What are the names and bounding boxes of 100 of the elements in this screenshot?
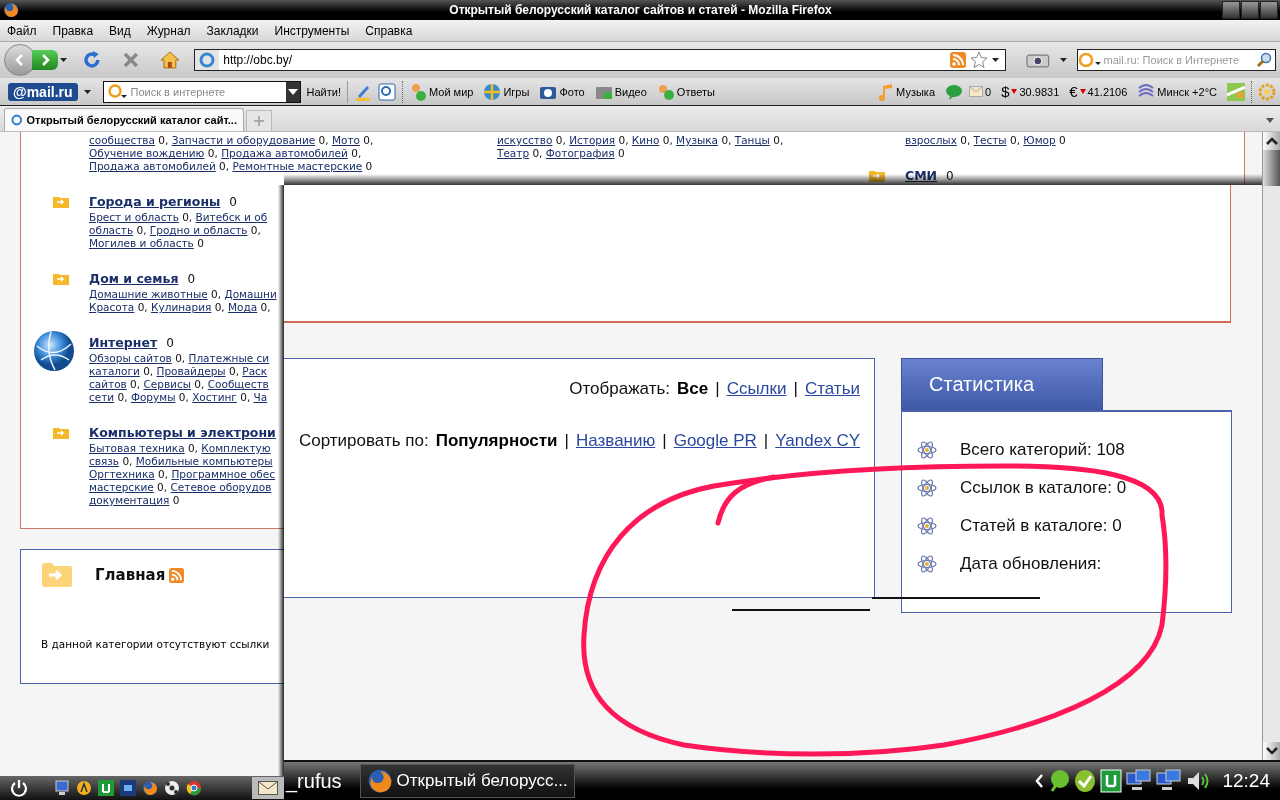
- subcategory-link[interactable]: Домашние животные: [89, 288, 208, 300]
- subcategory-link[interactable]: Раск: [242, 365, 268, 377]
- subcategory-link[interactable]: Ремонтные мастерские: [232, 160, 363, 172]
- subcategory-link[interactable]: Платежные си: [188, 352, 270, 364]
- star-icon[interactable]: [969, 51, 988, 69]
- subcategory-link[interactable]: Могилев и область: [89, 237, 194, 249]
- menu-item[interactable]: Инструменты: [274, 23, 350, 38]
- category-link[interactable]: Интернет: [89, 335, 158, 350]
- subcategory-link[interactable]: Продажа автомобилей: [89, 160, 216, 172]
- filter-option[interactable]: Популярности: [435, 431, 558, 451]
- subcategory-link[interactable]: Витебск и об: [195, 211, 268, 223]
- subcategory-link[interactable]: Бытовая техника: [89, 442, 185, 454]
- subcategory-link[interactable]: Мобильные компьютеры: [135, 455, 273, 467]
- dropdown-arrow-icon[interactable]: [60, 58, 67, 62]
- maximize-button[interactable]: [1241, 1, 1259, 19]
- subcategory-link[interactable]: Хостинг: [192, 391, 237, 403]
- stop-icon[interactable]: [121, 51, 140, 69]
- subcategory-link[interactable]: Комплектую: [201, 442, 271, 454]
- subcategory-link[interactable]: сайтов: [89, 378, 127, 390]
- subcategory-link[interactable]: Тесты: [973, 134, 1007, 146]
- search-input[interactable]: Поиск в интернете: [128, 84, 286, 99]
- subcategory-link[interactable]: каталоги: [89, 365, 140, 377]
- subcategory-link[interactable]: Обучение вождению: [89, 147, 205, 159]
- currency-rate[interactable]: € 41.2106: [1069, 83, 1128, 100]
- dropdown-arrow-icon[interactable]: [1059, 58, 1067, 62]
- filter-option[interactable]: Названию: [576, 431, 656, 451]
- dropdown-arrow-icon[interactable]: [991, 58, 999, 62]
- subcategory-link[interactable]: История: [569, 134, 616, 146]
- subcategory-link[interactable]: Продажа автомобилей: [221, 147, 348, 159]
- computer-icon[interactable]: [54, 780, 70, 796]
- torrent-icon[interactable]: [1100, 769, 1123, 793]
- menu-item[interactable]: Вид: [109, 23, 131, 38]
- subcategory-link[interactable]: Музыка: [676, 134, 719, 146]
- menu-item[interactable]: Закладки: [206, 23, 259, 38]
- subcategory-link[interactable]: Сетевое оборудов: [170, 481, 272, 493]
- home-icon[interactable]: [159, 51, 180, 69]
- subcategory-link[interactable]: документация: [89, 494, 170, 506]
- chevron-icon[interactable]: [1034, 773, 1045, 789]
- mailru-logo[interactable]: @mail.ru: [8, 82, 78, 101]
- subcategory-link[interactable]: Программное обес: [171, 468, 276, 480]
- subcategory-link[interactable]: взрослых: [905, 134, 957, 146]
- currency-rate[interactable]: $ 30.9831: [1001, 83, 1060, 100]
- subcategory-link[interactable]: Мото: [331, 134, 360, 146]
- subcategory-link[interactable]: сети: [89, 391, 115, 403]
- subcategory-link[interactable]: Красота: [89, 301, 135, 313]
- ball-icon[interactable]: [164, 780, 180, 796]
- category-link[interactable]: Дом и семья: [89, 271, 179, 286]
- browser-icon[interactable]: [186, 780, 202, 796]
- find-button[interactable]: Найти!: [306, 85, 341, 98]
- subcategory-link[interactable]: Запчасти и оборудование: [171, 134, 316, 146]
- menu-item[interactable]: Журнал: [146, 23, 191, 38]
- menu-item[interactable]: Правка: [52, 23, 94, 38]
- subcategory-link[interactable]: Форумы: [130, 391, 176, 403]
- category-link[interactable]: Города и регионы: [89, 194, 221, 209]
- app-icon[interactable]: [76, 780, 92, 796]
- search-field[interactable]: mail.ru: Поиск в Интернете: [1076, 49, 1276, 71]
- subcategory-link[interactable]: Фотография: [545, 147, 615, 159]
- toolbar-link[interactable]: Игры: [483, 82, 530, 101]
- subcategory-link[interactable]: область: [89, 224, 134, 236]
- filter-option[interactable]: Статьи: [804, 379, 860, 399]
- toolbar-link[interactable]: Музыка: [878, 82, 935, 101]
- subcategory-link[interactable]: Танцы: [734, 134, 770, 146]
- scrollbar[interactable]: [1262, 132, 1280, 760]
- chat-icon[interactable]: [945, 83, 963, 100]
- power-icon[interactable]: [10, 779, 28, 797]
- mail-counter[interactable]: 0: [969, 85, 992, 98]
- reload-icon[interactable]: [82, 50, 102, 70]
- toolbar-link[interactable]: Фото: [539, 83, 585, 100]
- subcategory-link[interactable]: Сервисы: [143, 378, 191, 390]
- filter-option[interactable]: Yandex CY: [775, 431, 860, 451]
- subcategory-link[interactable]: Сообществ: [207, 378, 269, 390]
- search-input[interactable]: mail.ru: Поиск в Интернете: [1101, 54, 1256, 66]
- network-icon[interactable]: [1156, 769, 1183, 793]
- subcategory-link[interactable]: Домашни: [224, 288, 277, 300]
- subcategory-link[interactable]: связь: [89, 455, 120, 467]
- subcategory-link[interactable]: Кулинария: [151, 301, 212, 313]
- toolbar-link[interactable]: Ответы: [656, 82, 715, 101]
- subcategory-link[interactable]: Театр: [497, 147, 530, 159]
- subcategory-link[interactable]: Гродно и область: [149, 224, 248, 236]
- menu-item[interactable]: Файл: [7, 23, 37, 38]
- magnifier-icon[interactable]: [378, 82, 396, 101]
- subcategory-link[interactable]: Юмор: [1023, 134, 1056, 146]
- subcategory-link[interactable]: Кино: [631, 134, 660, 146]
- photo-editor-icon[interactable]: [120, 780, 136, 796]
- menu-item[interactable]: Справка: [365, 23, 413, 38]
- subcategory-link[interactable]: мастерские: [89, 481, 154, 493]
- search-field[interactable]: Поиск в интернете: [102, 80, 301, 103]
- leaf-icon[interactable]: [1048, 769, 1071, 793]
- taskbar-button[interactable]: Открытый белорусс...: [359, 764, 575, 798]
- subcategory-link[interactable]: Провайдеры: [156, 365, 226, 377]
- close-button[interactable]: [1260, 1, 1278, 19]
- weather-link[interactable]: Минск +2°C: [1137, 83, 1217, 100]
- filter-option[interactable]: Google PR: [673, 431, 757, 451]
- filter-option[interactable]: Все: [677, 379, 709, 399]
- subcategory-link[interactable]: Брест и область: [89, 211, 179, 223]
- subcategory-link[interactable]: Мода: [228, 301, 258, 313]
- subcategory-link[interactable]: сообщества: [89, 134, 155, 146]
- mail-taskbar-button[interactable]: [252, 777, 284, 799]
- statistics-tab[interactable]: Статистика: [901, 358, 1103, 410]
- dropdown-arrow-icon[interactable]: [83, 89, 91, 94]
